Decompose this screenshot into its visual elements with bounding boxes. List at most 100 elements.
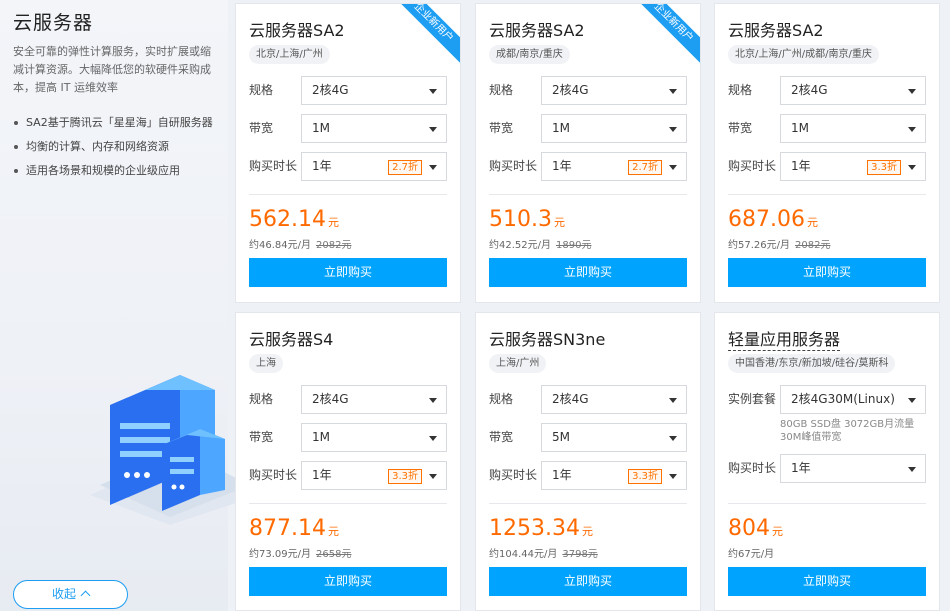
caret-down-icon: [429, 89, 437, 94]
bandwidth-select[interactable]: 1M: [541, 114, 687, 143]
caret-down-icon: [669, 127, 677, 132]
caret-down-icon: [908, 467, 916, 472]
monthly-value: 约73.09元/月: [249, 549, 311, 560]
buy-now-button[interactable]: 立即购买: [249, 567, 447, 596]
bandwidth-label: 带宽: [249, 430, 274, 444]
divider: [249, 503, 447, 504]
duration-label: 购买时长: [489, 159, 538, 173]
price-unit: 元: [806, 216, 818, 229]
price-value: 877.14: [249, 516, 326, 541]
duration-select[interactable]: 1年 2.7折: [541, 152, 687, 181]
buy-now-button[interactable]: 立即购买: [489, 258, 687, 287]
bandwidth-label: 带宽: [249, 121, 274, 135]
caret-down-icon: [429, 398, 437, 403]
feature-list: SA2基于腾讯云「星星海」自研服务器 均衡的计算、内存和网络资源 适用各场景和规…: [13, 111, 215, 183]
bandwidth-select[interactable]: 1M: [301, 114, 447, 143]
region-tag: 成都/南京/重庆: [489, 45, 570, 64]
duration-value: 1年: [791, 159, 811, 173]
bandwidth-select[interactable]: 1M: [301, 423, 447, 452]
price-unit: 元: [581, 525, 593, 538]
price: 562.14 元: [249, 207, 339, 232]
original-price: 1890元: [556, 240, 592, 251]
caret-down-icon: [669, 474, 677, 479]
product-card: 企业新用户 云服务器SA2 北京/上海/广州 规格 2核4G 带宽 1M 购买时…: [235, 3, 461, 303]
panel-title: 云服务器: [13, 12, 94, 34]
spec-label: 规格: [489, 392, 514, 406]
region-tag: 北京/上海/广州/成都/南京/重庆: [728, 45, 879, 64]
feature-item: 适用各场景和规模的企业级应用: [13, 159, 215, 183]
product-card: 企业新用户 云服务器SA2 成都/南京/重庆 规格 2核4G 带宽 1M 购买时…: [475, 3, 701, 303]
spec-select[interactable]: 2核4G: [301, 385, 447, 414]
caret-down-icon: [669, 89, 677, 94]
discount-badge: 3.3折: [628, 469, 662, 484]
plan-select[interactable]: 2核4G30M(Linux): [780, 385, 926, 414]
buy-now-button[interactable]: 立即购买: [728, 258, 926, 287]
bandwidth-select[interactable]: 5M: [541, 423, 687, 452]
spec-row: 规格 2核4G: [489, 385, 689, 414]
spec-label: 规格: [249, 83, 274, 97]
duration-select[interactable]: 1年 3.3折: [541, 461, 687, 490]
spec-select[interactable]: 2核4G: [780, 76, 926, 105]
discount-badge: 2.7折: [388, 160, 422, 175]
monthly-value: 约57.26元/月: [728, 240, 790, 251]
product-card: 云服务器S4 上海 规格 2核4G 带宽 1M 购买时长 1年 3.3折 877.…: [235, 312, 461, 611]
price-value: 804: [728, 516, 770, 541]
product-card: 云服务器SN3ne 上海/广州 规格 2核4G 带宽 5M 购买时长 1年 3.3…: [475, 312, 701, 611]
discount-badge: 2.7折: [628, 160, 662, 175]
duration-select[interactable]: 1年 3.3折: [780, 152, 926, 181]
collapse-label: 收起: [51, 587, 76, 601]
bandwidth-value: 1M: [552, 121, 570, 135]
duration-label: 购买时长: [249, 159, 298, 173]
divider: [728, 503, 926, 504]
spec-value: 2核4G: [312, 83, 349, 97]
spec-row: 规格 2核4G: [489, 76, 689, 105]
spec-select[interactable]: 2核4G: [541, 385, 687, 414]
price-unit: 元: [772, 525, 783, 538]
monthly-price: 约73.09元/月 2658元: [249, 545, 351, 560]
plan-note: 80GB SSD盘 3072GB月流量 30M峰值带宽: [780, 419, 915, 443]
duration-row: 购买时长 1年 3.3折: [728, 152, 928, 181]
spec-row: 规格 2核4G: [249, 385, 449, 414]
caret-down-icon: [908, 127, 916, 132]
duration-value: 1年: [552, 468, 572, 482]
duration-select[interactable]: 1年: [780, 454, 926, 483]
price: 687.06 元: [728, 207, 818, 232]
duration-label: 购买时长: [489, 468, 538, 482]
monthly-price: 约46.84元/月 2082元: [249, 236, 351, 251]
caret-down-icon: [908, 89, 916, 94]
feature-item: SA2基于腾讯云「星星海」自研服务器: [13, 111, 215, 135]
spec-label: 规格: [249, 392, 274, 406]
duration-row: 购买时长 1年 2.7折: [249, 152, 449, 181]
duration-select[interactable]: 1年 3.3折: [301, 461, 447, 490]
duration-label: 购买时长: [249, 468, 298, 482]
feature-item: 均衡的计算、内存和网络资源: [13, 135, 215, 159]
bandwidth-value: 1M: [312, 430, 330, 444]
card-title: 云服务器SA2: [489, 21, 585, 40]
duration-select[interactable]: 1年 2.7折: [301, 152, 447, 181]
price-unit: 元: [327, 216, 339, 229]
region-tag: 上海/广州: [489, 354, 547, 373]
collapse-button[interactable]: 收起: [13, 580, 128, 609]
promo-ribbon: 企业新用户: [627, 4, 700, 69]
product-card: 轻量应用服务器 中国香港/东京/新加坡/硅谷/莫斯科 实例套餐 2核4G30M(…: [714, 312, 940, 611]
duration-row: 购买时长 1年 3.3折: [249, 461, 449, 490]
buy-now-button[interactable]: 立即购买: [489, 567, 687, 596]
monthly-price: 约67元/月: [728, 545, 774, 560]
buy-now-button[interactable]: 立即购买: [728, 567, 926, 596]
spec-select[interactable]: 2核4G: [541, 76, 687, 105]
spec-label: 规格: [728, 83, 753, 97]
plan-value: 2核4G30M(Linux): [791, 392, 895, 406]
spec-select[interactable]: 2核4G: [301, 76, 447, 105]
duration-value: 1年: [312, 468, 332, 482]
buy-now-button[interactable]: 立即购买: [249, 258, 447, 287]
duration-row: 购买时长 1年: [728, 454, 928, 483]
bandwidth-row: 带宽 1M: [249, 423, 449, 452]
price: 510.3 元: [489, 207, 565, 232]
caret-down-icon: [429, 474, 437, 479]
bandwidth-row: 带宽 5M: [489, 423, 689, 452]
spec-value: 2核4G: [552, 83, 589, 97]
price-unit: 元: [553, 216, 565, 229]
spec-row: 规格 2核4G: [249, 76, 449, 105]
caret-down-icon: [669, 165, 677, 170]
bandwidth-select[interactable]: 1M: [780, 114, 926, 143]
